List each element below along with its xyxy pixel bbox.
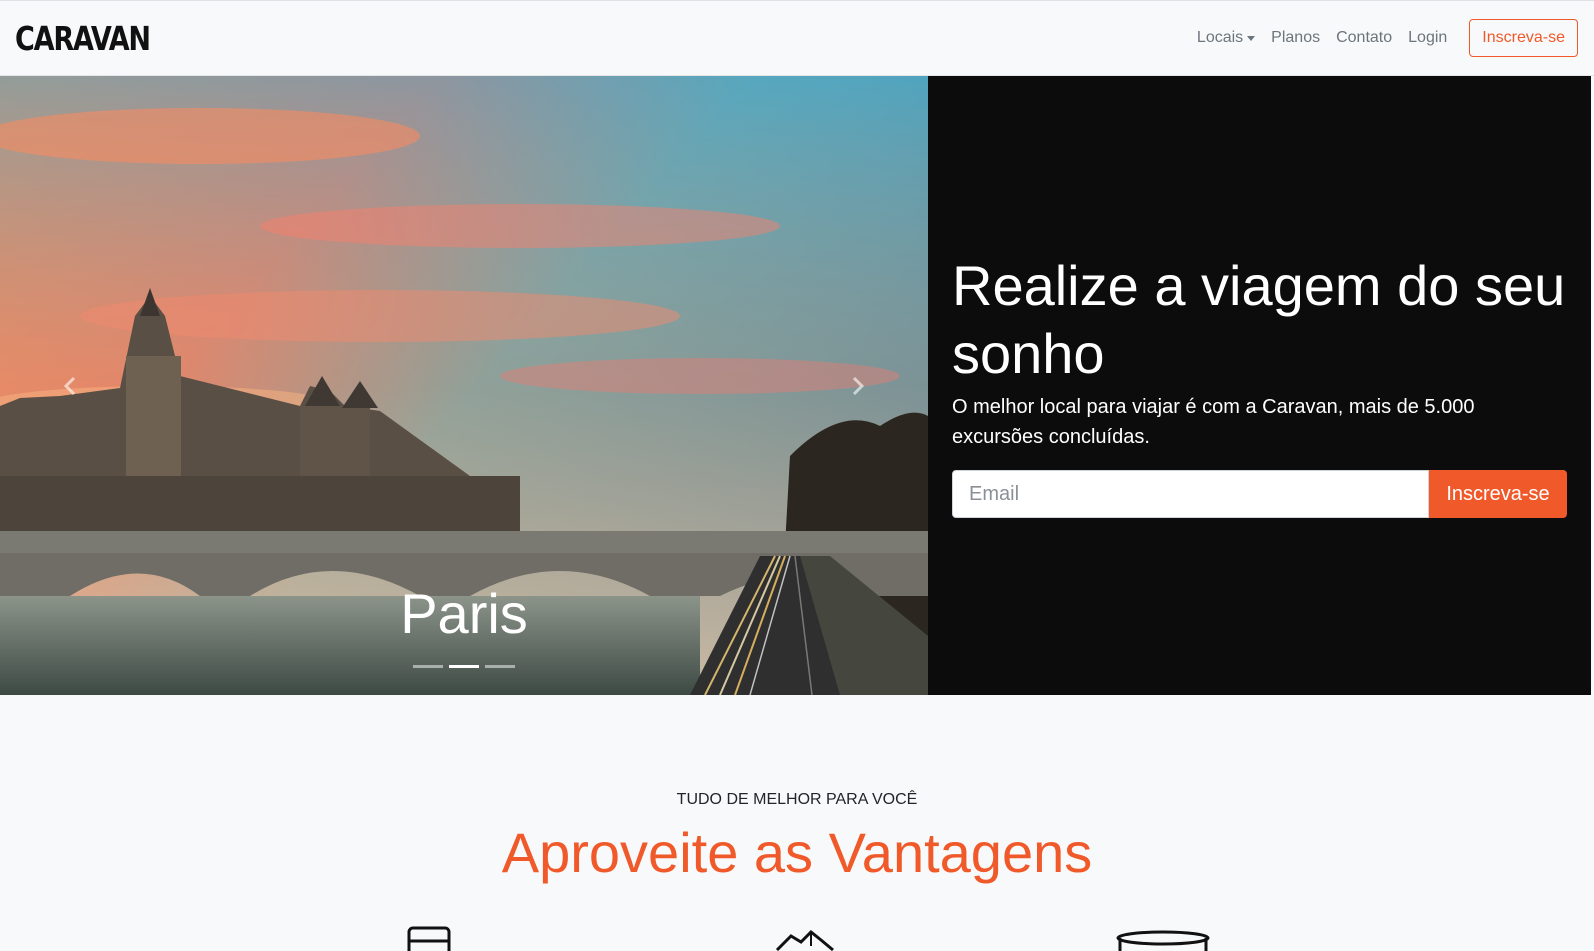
nav-item-planos[interactable]: Planos (1263, 29, 1328, 47)
nav-item-login[interactable]: Login (1400, 29, 1455, 47)
hero-title: Realize a viagem do seu sonho (952, 254, 1566, 385)
signup-button[interactable]: Inscreva-se (1429, 470, 1567, 518)
hero-subtitle: O melhor local para viajar é com a Carav… (952, 396, 1475, 448)
carousel-indicators (0, 665, 928, 668)
nav-links: Locais Planos Contato Login Inscreva-se (1189, 18, 1578, 58)
nav-item-locais-label: Locais (1196, 29, 1244, 46)
chevron-left-icon (63, 376, 76, 396)
brand-logo[interactable]: CARAVAN (15, 19, 151, 58)
carousel-caption: Paris (400, 582, 528, 645)
signup-nav-button[interactable]: Inscreva-se (1469, 19, 1578, 57)
navbar: CARAVAN Locais Planos Contato Login Insc… (0, 0, 1594, 76)
carousel-next-button[interactable] (838, 366, 878, 406)
hero-panel: Realize a viagem do seu sonho O melhor l… (928, 76, 1591, 695)
nav-item-contato[interactable]: Contato (1328, 29, 1400, 47)
chevron-right-icon (852, 376, 865, 396)
carousel-indicator[interactable] (485, 665, 515, 668)
section-eyebrow: TUDO DE MELHOR PARA VOCÊ (676, 791, 918, 808)
hero-carousel: Paris (0, 76, 928, 695)
carousel-indicator[interactable] (449, 665, 479, 668)
section-title: Aproveite as Vantagens (501, 821, 1093, 884)
nav-item-locais[interactable]: Locais (1189, 29, 1263, 47)
hat-icon (1116, 930, 1210, 951)
carousel-prev-button[interactable] (50, 366, 90, 406)
signup-form: Inscreva-se (952, 470, 1567, 518)
carousel-indicator[interactable] (413, 665, 443, 668)
map-icon (775, 930, 834, 951)
bus-icon (407, 926, 451, 951)
email-input[interactable] (952, 470, 1429, 518)
caret-down-icon (1247, 35, 1256, 41)
